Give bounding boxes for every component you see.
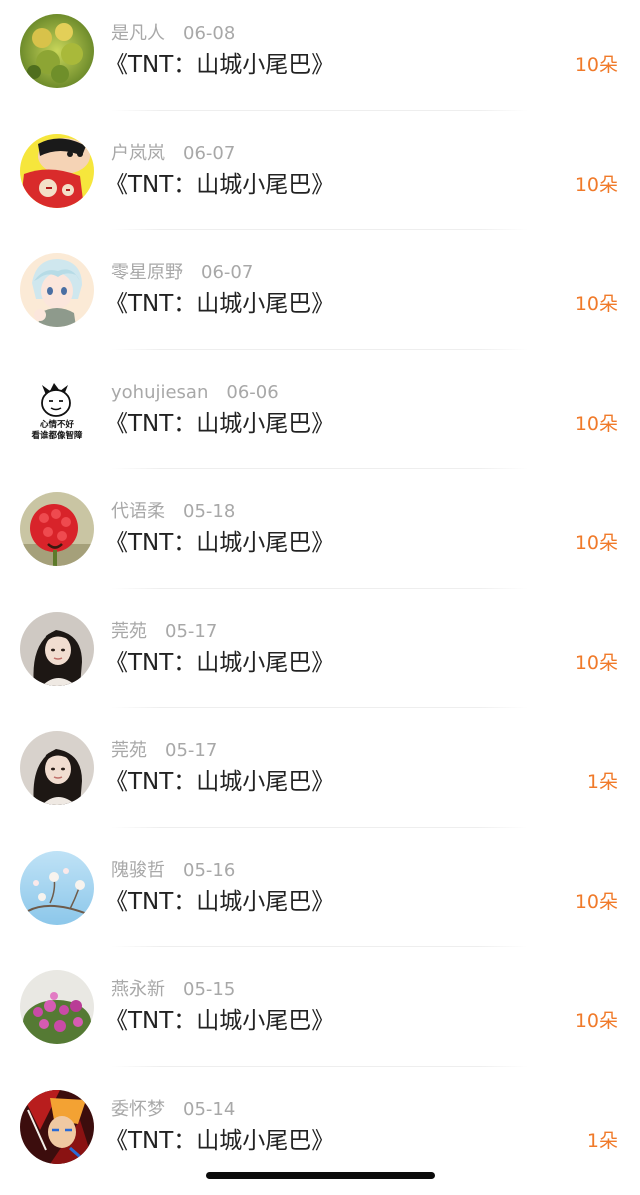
work-title[interactable]: 《TNT：山城小尾巴》 <box>105 765 334 799</box>
item-meta: yohujiesan 06-06 <box>111 380 279 406</box>
divider <box>111 349 528 350</box>
avatar[interactable] <box>20 851 94 925</box>
item-date: 06-06 <box>226 382 278 403</box>
list-item[interactable]: 心情不好 看谁都像智障 yohujiesan06-06 《TNT：山城小尾巴》 … <box>0 359 640 479</box>
work-title[interactable]: 《TNT：山城小尾巴》 <box>105 168 334 202</box>
item-date: 05-17 <box>165 621 217 642</box>
item-date: 05-18 <box>183 501 235 522</box>
gift-count: 10朵 <box>575 50 618 80</box>
divider <box>111 707 528 708</box>
user-name[interactable]: yohujiesan <box>111 382 208 403</box>
item-date: 06-07 <box>201 262 253 283</box>
avatar[interactable] <box>20 134 94 208</box>
sky-blossom-avatar-icon <box>20 851 94 925</box>
user-name[interactable]: 隗骏哲 <box>111 860 165 881</box>
item-date: 05-16 <box>183 860 235 881</box>
item-date: 06-07 <box>183 143 235 164</box>
gift-count: 10朵 <box>575 648 618 678</box>
user-name[interactable]: 燕永新 <box>111 979 165 1000</box>
user-name[interactable]: 零星原野 <box>111 262 183 283</box>
list-item[interactable]: 是凡人 06-08 《TNT：山城小尾巴》 10朵 <box>0 0 640 120</box>
divider <box>111 468 528 469</box>
work-title[interactable]: 《TNT：山城小尾巴》 <box>105 526 334 560</box>
avatar[interactable] <box>20 1090 94 1164</box>
gift-count: 10朵 <box>575 1006 618 1036</box>
divider <box>111 588 528 589</box>
work-title[interactable]: 《TNT：山城小尾巴》 <box>105 1004 334 1038</box>
gift-count: 10朵 <box>575 528 618 558</box>
gift-record-list: 是凡人 06-08 《TNT：山城小尾巴》 10朵 户岚岚 06-07 《TNT：山… <box>0 0 640 1195</box>
gift-count: 10朵 <box>575 289 618 319</box>
avatar[interactable] <box>20 731 94 805</box>
girl-portrait-avatar-icon <box>20 612 94 686</box>
item-meta: 隗骏哲 05-16 <box>111 858 235 884</box>
gift-count: 10朵 <box>575 887 618 917</box>
item-meta: 代语柔 05-18 <box>111 499 235 525</box>
avatar[interactable] <box>20 492 94 566</box>
anime-ninja-avatar-icon <box>20 1090 94 1164</box>
avatar[interactable] <box>20 253 94 327</box>
item-date: 06-08 <box>183 23 235 44</box>
avatar[interactable]: 心情不好 看谁都像智障 <box>20 373 94 447</box>
avatar[interactable] <box>20 14 94 88</box>
user-name[interactable]: 莞苑 <box>111 740 147 761</box>
work-title[interactable]: 《TNT：山城小尾巴》 <box>105 1124 334 1158</box>
divider <box>111 827 528 828</box>
meme-caption: 心情不好 <box>40 419 75 430</box>
item-meta: 零星原野 06-07 <box>111 260 253 286</box>
work-title[interactable]: 《TNT：山城小尾巴》 <box>105 885 334 919</box>
avatar[interactable] <box>20 970 94 1044</box>
divider <box>111 229 528 230</box>
item-date: 05-17 <box>165 740 217 761</box>
cartoon-boy-avatar-icon <box>20 134 94 208</box>
meme-sticker-avatar-icon: 心情不好 看谁都像智障 <box>20 373 94 447</box>
list-item[interactable]: 户岚岚 06-07 《TNT：山城小尾巴》 10朵 <box>0 120 640 240</box>
gift-count: 1朵 <box>587 1126 618 1156</box>
item-meta: 莞苑 05-17 <box>111 619 217 645</box>
list-item[interactable]: 代语柔 05-18 《TNT：山城小尾巴》 10朵 <box>0 478 640 598</box>
work-title[interactable]: 《TNT：山城小尾巴》 <box>105 287 334 321</box>
user-name[interactable]: 户岚岚 <box>111 143 165 164</box>
girl-portrait-avatar-icon <box>20 731 94 805</box>
list-item[interactable]: 莞苑 05-17 《TNT：山城小尾巴》 10朵 <box>0 598 640 718</box>
item-meta: 委怀梦 05-14 <box>111 1097 235 1123</box>
list-item[interactable]: 隗骏哲 05-16 《TNT：山城小尾巴》 10朵 <box>0 837 640 957</box>
pink-flowers-avatar-icon <box>20 970 94 1044</box>
avatar[interactable] <box>20 612 94 686</box>
gift-count: 10朵 <box>575 170 618 200</box>
item-meta: 是凡人 06-08 <box>111 21 235 47</box>
home-indicator[interactable] <box>206 1172 435 1179</box>
item-date: 05-14 <box>183 1099 235 1120</box>
work-title[interactable]: 《TNT：山城小尾巴》 <box>105 48 334 82</box>
green-leaves-avatar-icon <box>20 14 94 88</box>
user-name[interactable]: 代语柔 <box>111 501 165 522</box>
divider <box>111 946 528 947</box>
anime-character-avatar-icon <box>20 253 94 327</box>
item-meta: 燕永新 05-15 <box>111 977 235 1003</box>
raspberry-avatar-icon <box>20 492 94 566</box>
item-meta: 户岚岚 06-07 <box>111 141 235 167</box>
list-item[interactable]: 燕永新 05-15 《TNT：山城小尾巴》 10朵 <box>0 956 640 1076</box>
user-name[interactable]: 莞苑 <box>111 621 147 642</box>
work-title[interactable]: 《TNT：山城小尾巴》 <box>105 407 334 441</box>
work-title[interactable]: 《TNT：山城小尾巴》 <box>105 646 334 680</box>
list-item[interactable]: 莞苑 05-17 《TNT：山城小尾巴》 1朵 <box>0 717 640 837</box>
item-date: 05-15 <box>183 979 235 1000</box>
divider <box>111 1066 528 1067</box>
meme-caption: 看谁都像智障 <box>30 430 83 441</box>
user-name[interactable]: 是凡人 <box>111 23 165 44</box>
gift-count: 10朵 <box>575 409 618 439</box>
divider <box>111 110 528 111</box>
item-meta: 莞苑 05-17 <box>111 738 217 764</box>
list-item[interactable]: 零星原野 06-07 《TNT：山城小尾巴》 10朵 <box>0 239 640 359</box>
user-name[interactable]: 委怀梦 <box>111 1099 165 1120</box>
gift-count: 1朵 <box>587 767 618 797</box>
